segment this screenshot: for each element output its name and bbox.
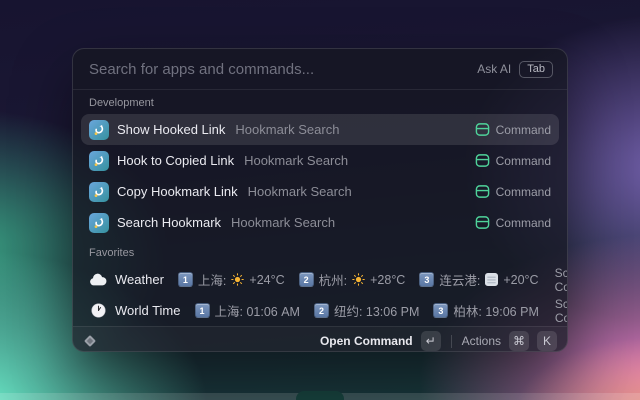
command-row-search-hookmark[interactable]: Search Hookmark Hookmark Search Command [81, 207, 559, 238]
ask-ai-button[interactable]: Ask AI [477, 62, 511, 76]
hookmark-app-icon [89, 212, 109, 233]
keycap-2-badge: 2 [313, 303, 329, 318]
desktop-background: Ask AI Tab Development Show Hooked Link … [0, 0, 640, 400]
command-row-show-hooked-link[interactable]: Show Hooked Link Hookmark Search Command [81, 114, 559, 145]
row-title: World Time [115, 303, 181, 318]
keycap-1-badge: 1 [194, 303, 210, 318]
row-title: Weather [115, 272, 164, 287]
row-title: Copy Hookmark Link [117, 184, 238, 199]
clock-icon [89, 303, 107, 318]
tab-key-badge: Tab [519, 60, 553, 78]
time-entry: 纽约: 13:06 PM [333, 305, 420, 319]
k-key-badge: K [537, 331, 557, 351]
world-time-row[interactable]: World Time 1 上海: 01:06 AM 2 纽约: 13:06 PM… [81, 295, 567, 326]
row-subtitle: Hookmark Search [247, 184, 352, 199]
footer-action-bar: Open Command ↵ Actions ⌘ K [73, 326, 567, 351]
row-subtitle: Hookmark Search [235, 122, 340, 137]
weather-temp: +24°C [249, 272, 285, 287]
weather-row[interactable]: Weather 1 上海: +24°C 2 杭州: +28°C 3 连云港: +… [81, 264, 567, 295]
search-input[interactable] [87, 59, 470, 79]
weather-temp: +28°C [370, 272, 406, 287]
command-type-label: Command [495, 153, 551, 168]
weather-city: 杭州: [318, 274, 348, 288]
raycast-window: Ask AI Tab Development Show Hooked Link … [72, 48, 568, 352]
section-header-favorites: Favorites [89, 247, 135, 259]
raycast-logo-icon [84, 335, 96, 347]
command-icon [475, 123, 489, 136]
weather-temp: +20°C [503, 272, 539, 287]
time-entry: 上海: 01:06 AM [214, 305, 300, 319]
return-key-badge: ↵ [420, 331, 441, 351]
keycap-1-badge: 1 [177, 272, 193, 287]
footer-divider [450, 334, 452, 348]
keycap-2-badge: 2 [298, 272, 314, 287]
row-subtitle: Hookmark Search [231, 215, 336, 230]
sun-icon [352, 273, 365, 286]
search-bar: Ask AI Tab [73, 49, 567, 90]
section-header-development: Development [89, 97, 154, 109]
row-title: Hook to Copied Link [117, 153, 235, 168]
command-icon [475, 185, 489, 198]
cloud-icon [89, 273, 107, 286]
actions-button[interactable]: Actions [462, 334, 501, 348]
command-type-label: Command [495, 215, 551, 230]
script-command-label: Script Command [554, 296, 567, 325]
keycap-3-badge: 3 [433, 303, 449, 318]
weather-city: 上海: [197, 274, 227, 288]
row-subtitle: Hookmark Search [244, 153, 349, 168]
hookmark-app-icon [89, 150, 109, 171]
background-window-peek [296, 391, 344, 400]
hookmark-app-icon [89, 119, 109, 140]
cmd-key-badge: ⌘ [509, 331, 529, 351]
command-row-copy-hookmark-link[interactable]: Copy Hookmark Link Hookmark Search Comma… [81, 176, 559, 207]
command-row-hook-to-copied-link[interactable]: Hook to Copied Link Hookmark Search Comm… [81, 145, 559, 176]
results-list: Development Show Hooked Link Hookmark Se… [73, 90, 567, 326]
command-icon [475, 154, 489, 167]
time-entry: 柏林: 19:06 PM [453, 305, 539, 319]
keycap-3-badge: 3 [419, 272, 435, 287]
script-command-label: Script Command [554, 265, 568, 294]
weather-city: 连云港: [439, 274, 481, 288]
row-title: Show Hooked Link [117, 122, 226, 137]
command-icon [475, 216, 489, 229]
fog-icon [485, 273, 499, 286]
hookmark-app-icon [89, 181, 109, 202]
row-title: Search Hookmark [117, 215, 222, 230]
command-type-label: Command [495, 184, 551, 199]
sun-icon [231, 273, 245, 286]
open-command-button[interactable]: Open Command [320, 334, 413, 348]
command-type-label: Command [495, 122, 551, 137]
